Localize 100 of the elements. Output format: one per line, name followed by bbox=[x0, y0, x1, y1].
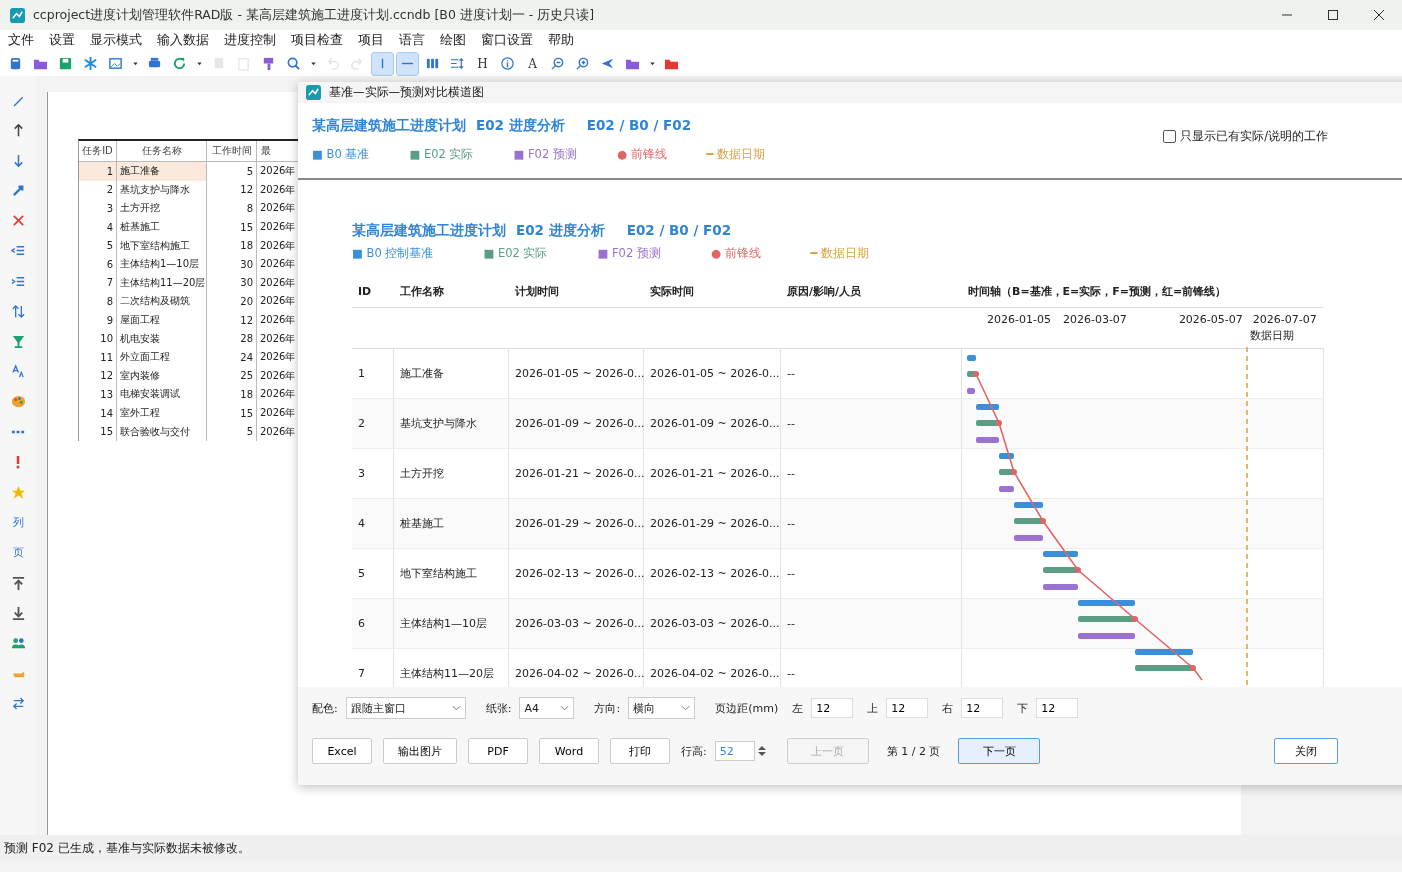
legend-item: ━ 数据日期 bbox=[810, 246, 870, 261]
menu-item[interactable]: 窗口设置 bbox=[481, 32, 533, 49]
table-cell: 1 bbox=[79, 162, 117, 181]
menu-item[interactable]: 输入数据 bbox=[157, 32, 209, 49]
spelling-icon bbox=[10, 364, 26, 380]
table-cell: 18 bbox=[207, 385, 257, 404]
legend-item: ━ 数据日期 bbox=[706, 147, 766, 162]
table-cell: 2 bbox=[79, 180, 117, 200]
table-cell: 30 bbox=[207, 273, 257, 293]
menu-item[interactable]: 语言 bbox=[399, 32, 425, 49]
margin-field[interactable]: 12 bbox=[1036, 698, 1079, 718]
field-label: 左 bbox=[792, 700, 804, 716]
row-height-field[interactable]: 52 bbox=[714, 741, 755, 761]
table-cell: 5 bbox=[207, 422, 257, 441]
next-page-button[interactable]: 下一页 bbox=[958, 738, 1041, 764]
export-button[interactable]: PDF bbox=[468, 738, 528, 764]
table-cell: 15 bbox=[79, 422, 117, 441]
dotted-line-icon bbox=[10, 430, 26, 435]
cross-icon bbox=[10, 213, 26, 229]
menu-item[interactable]: 绘图 bbox=[440, 32, 466, 49]
checkbox[interactable] bbox=[1163, 130, 1177, 143]
axis-date: 2026-01-05 bbox=[987, 313, 1051, 326]
tool-button[interactable]: 页 bbox=[8, 542, 28, 563]
up-caret-icon[interactable] bbox=[757, 745, 766, 750]
table-cell: 12 bbox=[207, 180, 257, 200]
table-cell: 2026-01-09 ~ 2026-0... bbox=[509, 399, 644, 449]
margin-field[interactable]: 12 bbox=[961, 698, 1004, 718]
export-button[interactable]: Excel bbox=[312, 738, 372, 764]
table-cell: 8 bbox=[79, 292, 117, 311]
field-label: 方向: bbox=[594, 700, 621, 716]
column-header: 工作名称 bbox=[394, 275, 509, 308]
field-label: 上 bbox=[867, 700, 879, 716]
table-cell: 28 bbox=[207, 329, 257, 348]
table-cell: 桩基施工 bbox=[394, 499, 509, 549]
diagonal-arrow-icon bbox=[10, 183, 26, 199]
close-icon[interactable] bbox=[1374, 10, 1384, 20]
cup-icon bbox=[10, 334, 26, 349]
field-label: 行高: bbox=[681, 743, 707, 759]
tool-button[interactable]: 列 bbox=[8, 512, 28, 533]
legend-item: ● 前锋线 bbox=[710, 246, 761, 261]
export-button[interactable]: Word bbox=[539, 738, 599, 764]
table-cell: 18 bbox=[207, 236, 257, 255]
table-cell: 地下室结构施工 bbox=[117, 236, 207, 255]
menu-item[interactable]: 项目检查 bbox=[291, 32, 343, 49]
menu-item[interactable]: 文件 bbox=[8, 32, 34, 49]
star-icon bbox=[10, 484, 26, 500]
export-button[interactable]: 输出图片 bbox=[383, 738, 457, 764]
table-cell: 14 bbox=[79, 403, 117, 423]
table-cell: 外立面工程 bbox=[117, 347, 207, 367]
menu-item[interactable]: 设置 bbox=[49, 32, 75, 49]
axis-date: 2026-05-07 bbox=[1178, 313, 1243, 326]
table-cell: 基坑支护与降水 bbox=[394, 399, 509, 449]
menu-item[interactable]: 进度控制 bbox=[224, 32, 276, 49]
table-cell: 2026-01-29 ~ 2026-0... bbox=[644, 499, 781, 549]
dropdown[interactable]: 跟随主窗口 bbox=[345, 697, 466, 719]
caret-icon bbox=[681, 705, 691, 711]
table-cell: 2026-03-03 ~ 2026-0... bbox=[509, 599, 644, 649]
table-cell: 主体结构1—10层 bbox=[117, 254, 207, 274]
report-heading: E02 / B0 / F02 bbox=[626, 222, 732, 240]
menu-item[interactable]: 项目 bbox=[358, 32, 384, 49]
menu-item[interactable]: 显示模式 bbox=[90, 32, 142, 49]
table-cell: 12 bbox=[79, 366, 117, 386]
legend-item: ● 前锋线 bbox=[616, 147, 667, 162]
table-cell: 联合验收与交付 bbox=[117, 422, 207, 441]
export-button[interactable]: 打印 bbox=[610, 738, 670, 764]
table-cell: 4 bbox=[79, 217, 117, 237]
swap-icon bbox=[10, 696, 26, 712]
down-caret-icon[interactable] bbox=[757, 752, 766, 757]
table-cell: 6 bbox=[79, 254, 117, 274]
table-cell: 机电安装 bbox=[117, 329, 207, 348]
table-cell: 10 bbox=[79, 329, 117, 348]
table-cell: 7 bbox=[79, 273, 117, 293]
dropdown[interactable]: 横向 bbox=[628, 697, 696, 719]
menu-item[interactable]: 帮助 bbox=[548, 32, 574, 49]
table-cell: -- bbox=[781, 599, 962, 649]
data-date-label: 数据日期 bbox=[1250, 328, 1294, 343]
margin-field[interactable]: 12 bbox=[811, 698, 854, 718]
toolbar-button[interactable]: H bbox=[472, 52, 493, 75]
table-cell: 15 bbox=[207, 217, 257, 237]
toolbar-button[interactable]: A bbox=[522, 52, 543, 75]
dropdown[interactable]: A4 bbox=[519, 697, 575, 719]
table-cell: 桩基施工 bbox=[117, 217, 207, 237]
field-label: 右 bbox=[942, 700, 954, 716]
close-button[interactable]: 关闭 bbox=[1274, 738, 1338, 764]
column-header: 实际时间 bbox=[644, 275, 781, 308]
legend-item: ■ E02 实际 bbox=[409, 147, 474, 162]
legend-item: ■ B0 控制基准 bbox=[352, 246, 434, 261]
dialog-title: 基准—实际—预测对比横道图 bbox=[329, 85, 484, 100]
margin-field[interactable]: 12 bbox=[886, 698, 929, 718]
column-header: ID bbox=[352, 275, 394, 308]
axis-date: 2026-03-07 bbox=[1062, 313, 1127, 326]
table-cell: 室内装修 bbox=[117, 366, 207, 386]
checkbox-label: 只显示已有实际/说明的工作 bbox=[1180, 129, 1328, 144]
legend-item: ■ F02 预测 bbox=[597, 246, 661, 261]
table-cell: 电梯安装调试 bbox=[117, 385, 207, 404]
table-cell: 4 bbox=[352, 499, 394, 549]
column-header: 计划时间 bbox=[509, 275, 644, 308]
palette-icon bbox=[10, 394, 26, 410]
table-cell: 25 bbox=[207, 366, 257, 386]
maximize-icon[interactable] bbox=[1328, 10, 1338, 20]
